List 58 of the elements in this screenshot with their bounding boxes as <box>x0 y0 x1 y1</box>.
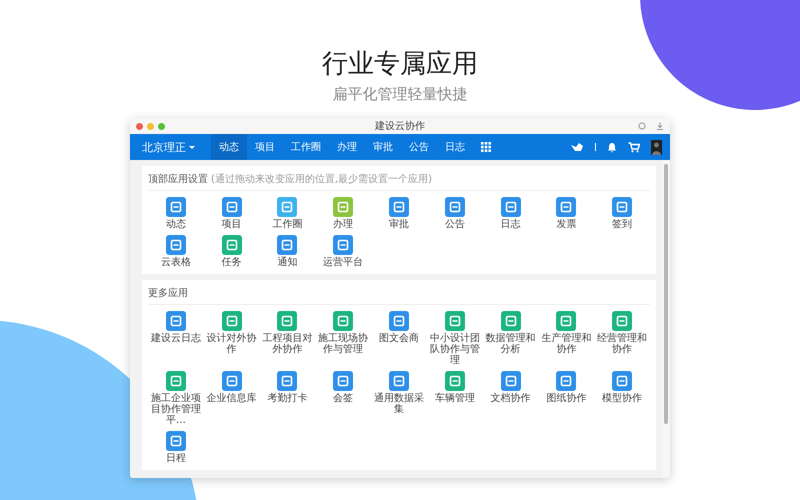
app-tile[interactable]: 中小设计团队协作与管理 <box>426 311 483 366</box>
organization-dropdown[interactable]: 北京理正 <box>138 140 199 154</box>
app-tile[interactable]: 会签 <box>315 371 372 426</box>
nav-tab[interactable]: 办理 <box>329 134 365 160</box>
app-tile[interactable]: 通知 <box>260 235 316 268</box>
app-tile[interactable]: 动态 <box>148 197 204 230</box>
nav-tab[interactable]: 项目 <box>247 134 283 160</box>
page-subheading: 扁平化管理轻量快捷 <box>332 84 468 104</box>
grid-icon[interactable] <box>481 142 491 152</box>
app-tile[interactable]: 运营平台 <box>315 235 372 268</box>
minimize-button[interactable] <box>147 122 154 130</box>
cart-icon[interactable] <box>628 142 640 152</box>
app-tile[interactable]: 云表格 <box>148 235 204 268</box>
nav-tab[interactable]: 公告 <box>401 134 437 160</box>
app-tile[interactable]: 任务 <box>204 235 260 268</box>
app-tile[interactable]: 施工企业项目协作管理平… <box>148 371 204 426</box>
app-tile[interactable]: 项目 <box>204 197 260 230</box>
section-title: 顶部应用设置 <box>148 172 208 186</box>
app-tile[interactable]: 文档协作 <box>482 371 538 426</box>
app-tile[interactable]: 模型协作 <box>594 371 650 426</box>
window-title: 建设云协作 <box>375 120 425 133</box>
maximize-button[interactable] <box>158 122 165 130</box>
section-hint: (通过拖动来改变应用的位置,最少需设置一个应用) <box>211 172 432 186</box>
app-tile[interactable]: 日志 <box>482 197 538 230</box>
app-tile[interactable]: 工作圈 <box>260 197 316 230</box>
app-tile[interactable]: 经营管理和协作 <box>594 311 650 366</box>
bell-icon[interactable] <box>607 142 617 152</box>
app-tile[interactable]: 签到 <box>594 197 650 230</box>
app-tile[interactable]: 施工现场协作与管理 <box>315 311 372 366</box>
app-tile[interactable]: 设计对外协作 <box>204 311 260 366</box>
nav-tab[interactable]: 审批 <box>365 134 401 160</box>
app-tile[interactable]: 企业信息库 <box>204 371 260 426</box>
page-heading: 行业专属应用 <box>322 48 478 80</box>
app-tile[interactable]: 公告 <box>426 197 483 230</box>
nav-tab[interactable]: 工作圈 <box>283 134 329 160</box>
nav-tab[interactable]: 动态 <box>211 134 247 160</box>
scrollbar-thumb[interactable] <box>664 164 668 424</box>
circle-icon[interactable] <box>638 122 646 130</box>
app-tile[interactable]: 工程项目对外协作 <box>260 311 316 366</box>
app-tile[interactable]: 数据管理和分析 <box>482 311 538 366</box>
app-tile[interactable]: 生产管理和协作 <box>538 311 594 366</box>
app-tile[interactable]: 建设云日志 <box>148 311 204 366</box>
avatar-icon[interactable] <box>651 140 662 154</box>
app-tile[interactable]: 图文会商 <box>371 311 427 366</box>
app-tile[interactable]: 考勤打卡 <box>260 371 316 426</box>
download-icon[interactable] <box>656 122 664 130</box>
app-tile[interactable]: 日程 <box>148 431 204 464</box>
close-button[interactable] <box>136 122 143 130</box>
section-title: 更多应用 <box>148 286 188 300</box>
app-tile[interactable]: 通用数据采集 <box>371 371 427 426</box>
app-tile[interactable]: 审批 <box>371 197 427 230</box>
caret-icon <box>189 146 195 148</box>
app-tile[interactable]: 发票 <box>538 197 594 230</box>
app-tile[interactable]: 车辆管理 <box>426 371 483 426</box>
app-tile[interactable]: 图纸协作 <box>538 371 594 426</box>
app-tile[interactable]: 办理 <box>315 197 372 230</box>
nav-tab[interactable]: 日志 <box>437 134 473 160</box>
scrollbar[interactable] <box>662 160 670 478</box>
